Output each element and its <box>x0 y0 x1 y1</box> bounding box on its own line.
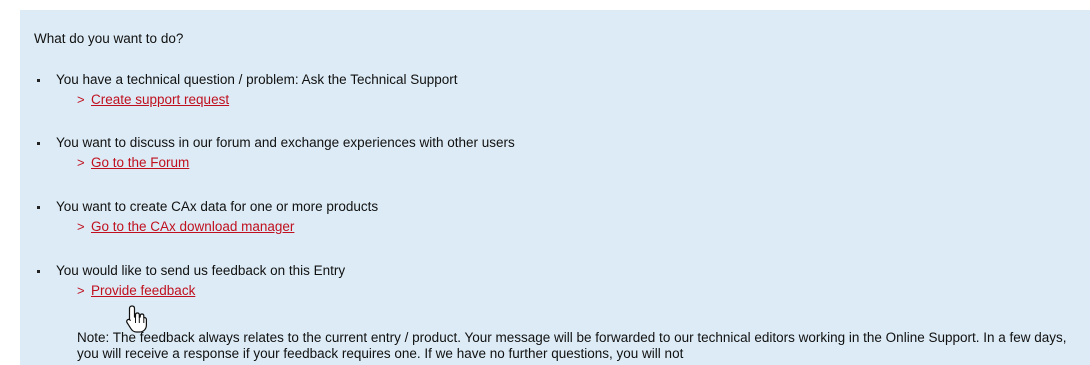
option-link-row: > Provide feedback <box>77 283 195 299</box>
hand-pointer-icon <box>126 305 147 333</box>
chevron-right-icon: > <box>77 155 85 170</box>
option-link-row: > Go to the CAx download manager <box>77 219 294 235</box>
option-description: You want to discuss in our forum and exc… <box>56 135 515 150</box>
square-bullet-icon <box>37 79 40 82</box>
option-description: You have a technical question / problem:… <box>56 72 458 87</box>
option-description: You would like to send us feedback on th… <box>56 263 346 278</box>
panel-heading: What do you want to do? <box>34 31 184 46</box>
cax-download-manager-link[interactable]: Go to the CAx download manager <box>91 219 294 234</box>
square-bullet-icon <box>37 142 40 145</box>
go-to-forum-link[interactable]: Go to the Forum <box>91 155 189 170</box>
square-bullet-icon <box>37 206 40 209</box>
create-support-request-link[interactable]: Create support request <box>91 92 229 107</box>
option-link-row: > Create support request <box>77 92 229 108</box>
option-link-row: > Go to the Forum <box>77 155 189 171</box>
option-description: You want to create CAx data for one or m… <box>56 199 379 214</box>
feedback-note: Note: The feedback always relates to the… <box>77 330 1067 361</box>
chevron-right-icon: > <box>77 219 85 234</box>
chevron-right-icon: > <box>77 92 85 107</box>
page-top-strip <box>0 0 1090 10</box>
square-bullet-icon <box>37 270 40 273</box>
chevron-right-icon: > <box>77 283 85 298</box>
support-options-panel: What do you want to do? You have a techn… <box>20 10 1090 365</box>
provide-feedback-link[interactable]: Provide feedback <box>91 283 195 298</box>
